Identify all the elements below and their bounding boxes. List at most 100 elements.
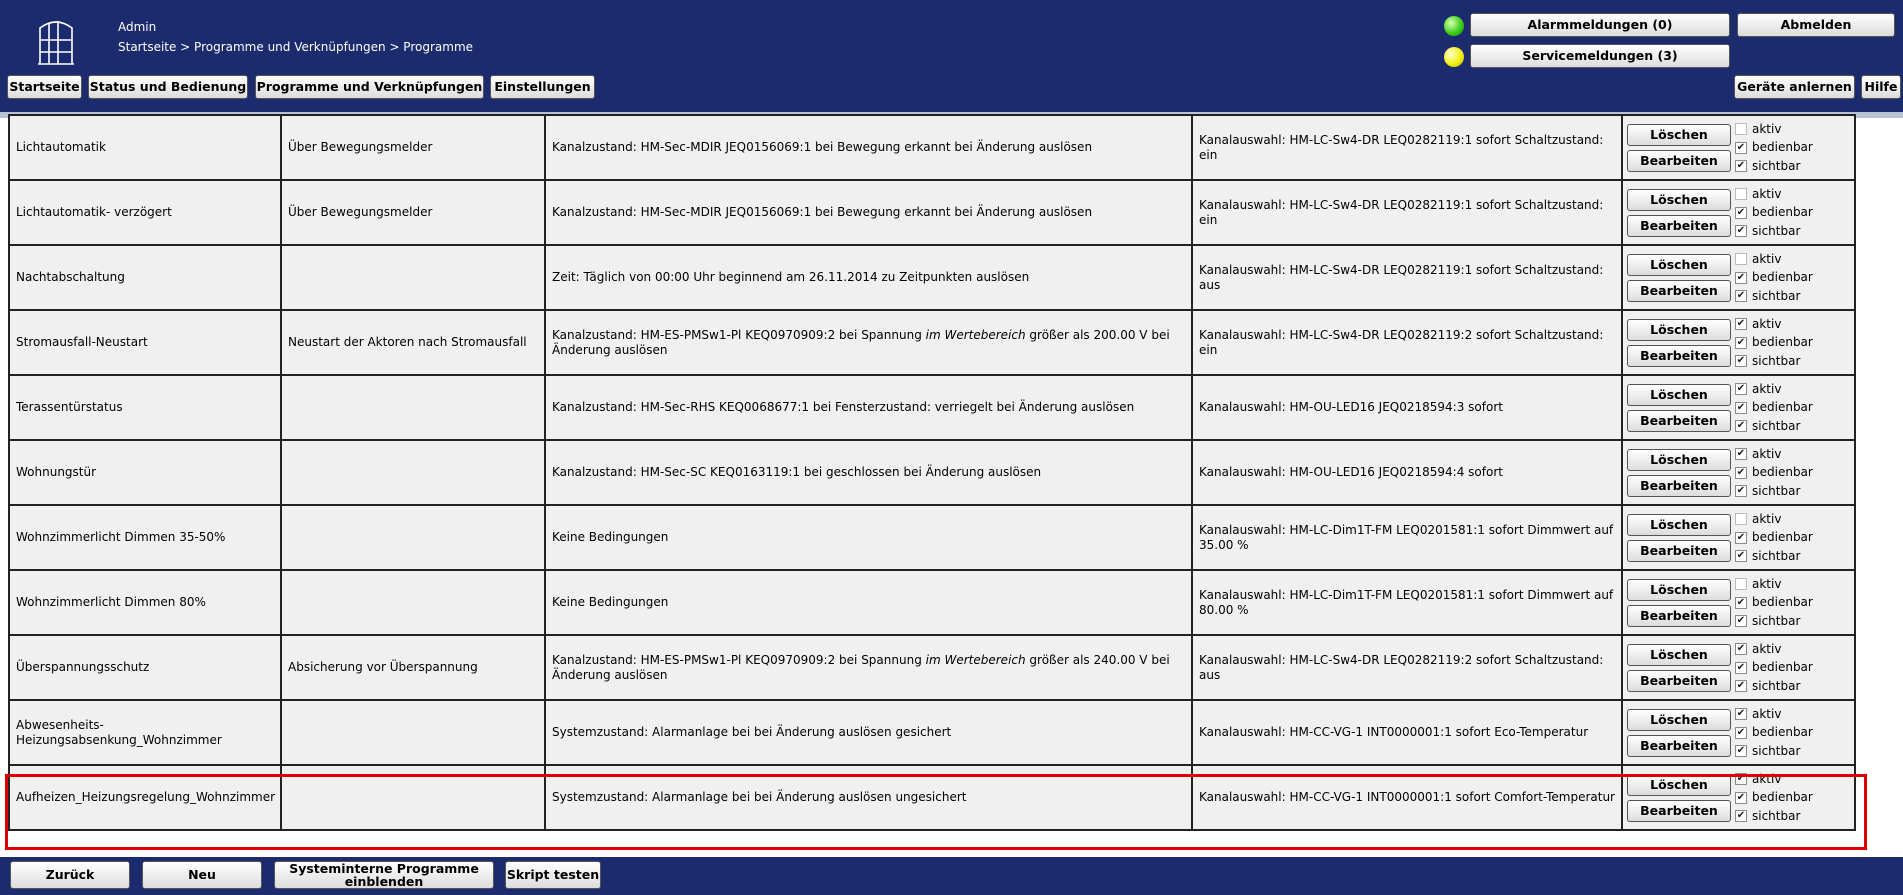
delete-button[interactable]: Löschen	[1627, 773, 1731, 796]
visible-box[interactable]: ✔	[1735, 680, 1747, 692]
edit-button[interactable]: Bearbeiten	[1627, 604, 1731, 627]
program-name[interactable]: Wohnzimmerlicht Dimmen 35-50%	[8, 504, 282, 571]
active-checkbox[interactable]: aktiv	[1735, 185, 1813, 204]
operable-checkbox[interactable]: ✔ bedienbar	[1735, 593, 1813, 612]
active-box[interactable]: ✔	[1735, 773, 1747, 785]
show-system-programs-button[interactable]: Systeminterne Programme einblenden	[274, 861, 494, 889]
visible-box[interactable]: ✔	[1735, 160, 1747, 172]
visible-box[interactable]: ✔	[1735, 810, 1747, 822]
active-box[interactable]: ✔	[1735, 643, 1747, 655]
program-name[interactable]: Terassentürstatus	[8, 374, 282, 441]
active-checkbox[interactable]: aktiv	[1735, 120, 1813, 139]
delete-button[interactable]: Löschen	[1627, 448, 1731, 471]
operable-box[interactable]: ✔	[1735, 791, 1747, 804]
program-name[interactable]: Lichtautomatik	[8, 114, 282, 181]
edit-button[interactable]: Bearbeiten	[1627, 799, 1731, 822]
active-box[interactable]	[1735, 188, 1747, 200]
delete-button[interactable]: Löschen	[1627, 123, 1731, 146]
visible-checkbox[interactable]: ✔ sichtbar	[1735, 547, 1813, 566]
active-checkbox[interactable]: ✔ aktiv	[1735, 445, 1813, 464]
visible-checkbox[interactable]: ✔ sichtbar	[1735, 222, 1813, 241]
visible-checkbox[interactable]: ✔ sichtbar	[1735, 807, 1813, 826]
back-button[interactable]: Zurück	[10, 861, 130, 889]
active-checkbox[interactable]: aktiv	[1735, 510, 1813, 529]
operable-checkbox[interactable]: ✔ bedienbar	[1735, 268, 1813, 287]
edit-button[interactable]: Bearbeiten	[1627, 734, 1731, 757]
visible-box[interactable]: ✔	[1735, 745, 1747, 757]
test-script-button[interactable]: Skript testen	[505, 861, 601, 889]
visible-box[interactable]: ✔	[1735, 485, 1747, 497]
program-name[interactable]: Überspannungsschutz	[8, 634, 282, 701]
operable-checkbox[interactable]: ✔ bedienbar	[1735, 788, 1813, 807]
delete-button[interactable]: Löschen	[1627, 708, 1731, 731]
active-checkbox[interactable]: ✔ aktiv	[1735, 640, 1813, 659]
operable-box[interactable]: ✔	[1735, 206, 1747, 219]
active-box[interactable]: ✔	[1735, 708, 1747, 720]
program-name[interactable]: Lichtautomatik- verzögert	[8, 179, 282, 246]
edit-button[interactable]: Bearbeiten	[1627, 474, 1731, 497]
active-checkbox[interactable]: ✔ aktiv	[1735, 315, 1813, 334]
edit-button[interactable]: Bearbeiten	[1627, 344, 1731, 367]
visible-box[interactable]: ✔	[1735, 550, 1747, 562]
operable-checkbox[interactable]: ✔ bedienbar	[1735, 463, 1813, 482]
visible-box[interactable]: ✔	[1735, 420, 1747, 432]
active-box[interactable]	[1735, 513, 1747, 525]
operable-checkbox[interactable]: ✔ bedienbar	[1735, 723, 1813, 742]
active-box[interactable]: ✔	[1735, 318, 1747, 330]
visible-checkbox[interactable]: ✔ sichtbar	[1735, 482, 1813, 501]
operable-box[interactable]: ✔	[1735, 661, 1747, 674]
operable-checkbox[interactable]: ✔ bedienbar	[1735, 658, 1813, 677]
visible-checkbox[interactable]: ✔ sichtbar	[1735, 742, 1813, 761]
active-checkbox[interactable]: ✔ aktiv	[1735, 705, 1813, 724]
nav-einstellungen[interactable]: Einstellungen	[490, 75, 595, 99]
nav-startseite[interactable]: Startseite	[7, 75, 82, 99]
delete-button[interactable]: Löschen	[1627, 253, 1731, 276]
operable-checkbox[interactable]: ✔ bedienbar	[1735, 528, 1813, 547]
alarm-messages-button[interactable]: Alarmmeldungen (0)	[1470, 13, 1730, 37]
active-box[interactable]	[1735, 578, 1747, 590]
active-checkbox[interactable]: ✔ aktiv	[1735, 380, 1813, 399]
nav-programme-und-verknuepfungen[interactable]: Programme und Verknüpfungen	[255, 75, 484, 99]
visible-checkbox[interactable]: ✔ sichtbar	[1735, 677, 1813, 696]
active-box[interactable]	[1735, 253, 1747, 265]
operable-box[interactable]: ✔	[1735, 141, 1747, 154]
operable-box[interactable]: ✔	[1735, 401, 1747, 414]
edit-button[interactable]: Bearbeiten	[1627, 149, 1731, 172]
visible-box[interactable]: ✔	[1735, 290, 1747, 302]
delete-button[interactable]: Löschen	[1627, 578, 1731, 601]
active-checkbox[interactable]: ✔ aktiv	[1735, 770, 1813, 789]
active-box[interactable]: ✔	[1735, 448, 1747, 460]
program-name[interactable]: Nachtabschaltung	[8, 244, 282, 311]
program-name[interactable]: Wohnungstür	[8, 439, 282, 506]
operable-box[interactable]: ✔	[1735, 726, 1747, 739]
delete-button[interactable]: Löschen	[1627, 383, 1731, 406]
visible-box[interactable]: ✔	[1735, 615, 1747, 627]
delete-button[interactable]: Löschen	[1627, 513, 1731, 536]
help-button[interactable]: Hilfe	[1861, 75, 1901, 99]
operable-checkbox[interactable]: ✔ bedienbar	[1735, 333, 1813, 352]
visible-box[interactable]: ✔	[1735, 225, 1747, 237]
visible-checkbox[interactable]: ✔ sichtbar	[1735, 287, 1813, 306]
edit-button[interactable]: Bearbeiten	[1627, 279, 1731, 302]
active-box[interactable]: ✔	[1735, 383, 1747, 395]
delete-button[interactable]: Löschen	[1627, 643, 1731, 666]
visible-checkbox[interactable]: ✔ sichtbar	[1735, 612, 1813, 631]
active-checkbox[interactable]: aktiv	[1735, 575, 1813, 594]
operable-box[interactable]: ✔	[1735, 596, 1747, 609]
teach-devices-button[interactable]: Geräte anlernen	[1734, 75, 1855, 99]
operable-checkbox[interactable]: ✔ bedienbar	[1735, 138, 1813, 157]
edit-button[interactable]: Bearbeiten	[1627, 214, 1731, 237]
operable-box[interactable]: ✔	[1735, 336, 1747, 349]
new-program-button[interactable]: Neu	[142, 861, 262, 889]
visible-checkbox[interactable]: ✔ sichtbar	[1735, 417, 1813, 436]
operable-box[interactable]: ✔	[1735, 531, 1747, 544]
active-box[interactable]	[1735, 123, 1747, 135]
visible-box[interactable]: ✔	[1735, 355, 1747, 367]
visible-checkbox[interactable]: ✔ sichtbar	[1735, 157, 1813, 176]
operable-checkbox[interactable]: ✔ bedienbar	[1735, 398, 1813, 417]
visible-checkbox[interactable]: ✔ sichtbar	[1735, 352, 1813, 371]
edit-button[interactable]: Bearbeiten	[1627, 539, 1731, 562]
program-name[interactable]: Abwesenheits-Heizungsabsenkung_Wohnzimme…	[8, 699, 282, 766]
edit-button[interactable]: Bearbeiten	[1627, 669, 1731, 692]
operable-box[interactable]: ✔	[1735, 466, 1747, 479]
